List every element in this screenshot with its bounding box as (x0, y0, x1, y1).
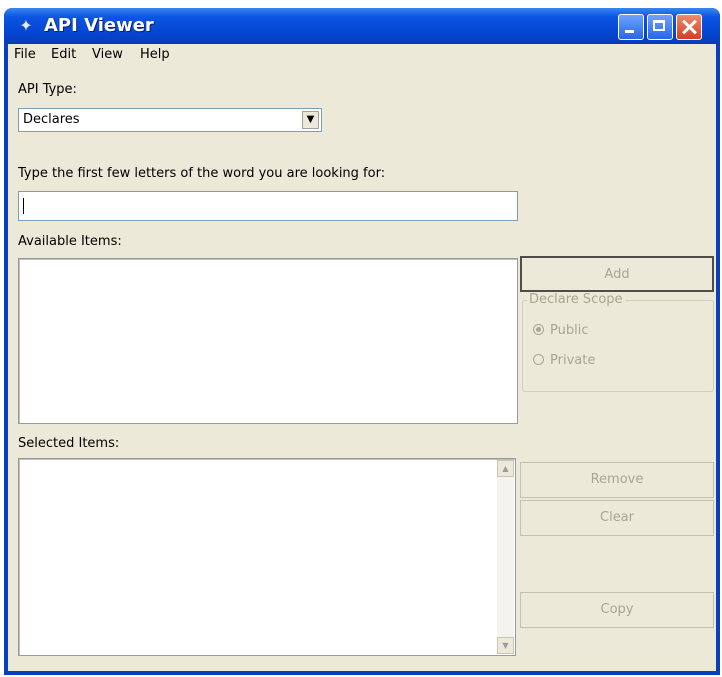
radio-selected-icon (533, 324, 544, 335)
scroll-down-icon[interactable]: ▼ (497, 637, 514, 654)
api-viewer-window: ✦ API Viewer File Edit View Help API Typ… (4, 8, 720, 675)
text-caret (23, 198, 24, 214)
menu-help[interactable]: Help (140, 47, 170, 62)
declare-scope-title: Declare Scope (527, 292, 625, 307)
app-icon: ✦ (19, 16, 33, 35)
remove-button[interactable]: Remove (520, 462, 714, 498)
dropdown-arrow-icon[interactable]: ▼ (302, 111, 319, 129)
add-button[interactable]: Add (520, 256, 714, 292)
api-type-label: API Type: (18, 82, 77, 97)
public-label: Public (550, 323, 589, 338)
declare-scope-group: Declare Scope Public Private (522, 292, 714, 392)
minimize-button[interactable] (618, 14, 644, 40)
public-radio[interactable]: Public (533, 323, 588, 338)
api-type-value: Declares (23, 112, 80, 127)
copy-button[interactable]: Copy (520, 592, 714, 628)
scroll-up-icon[interactable]: ▲ (497, 460, 514, 477)
selected-items-label: Selected Items: (18, 436, 120, 451)
selected-items-scrollbar[interactable]: ▲ ▼ (497, 460, 514, 654)
menu-file[interactable]: File (14, 47, 36, 62)
available-items-list[interactable] (18, 258, 518, 424)
api-type-select[interactable]: Declares ▼ (18, 108, 322, 132)
close-button[interactable] (676, 14, 702, 40)
selected-items-list[interactable]: ▲ ▼ (18, 458, 516, 656)
maximize-button[interactable] (647, 14, 673, 40)
radio-unselected-icon (533, 354, 544, 365)
client-area: File Edit View Help API Type: Declares ▼… (8, 44, 716, 671)
title-bar[interactable]: ✦ API Viewer (4, 8, 720, 44)
menu-edit[interactable]: Edit (51, 47, 76, 62)
available-items-label: Available Items: (18, 234, 122, 249)
private-label: Private (550, 353, 596, 368)
private-radio[interactable]: Private (533, 353, 595, 368)
search-input[interactable] (18, 191, 518, 221)
menu-bar: File Edit View Help (8, 44, 716, 66)
menu-view[interactable]: View (92, 47, 123, 62)
window-title: API Viewer (44, 15, 154, 36)
clear-button[interactable]: Clear (520, 500, 714, 536)
search-label: Type the first few letters of the word y… (18, 166, 386, 181)
